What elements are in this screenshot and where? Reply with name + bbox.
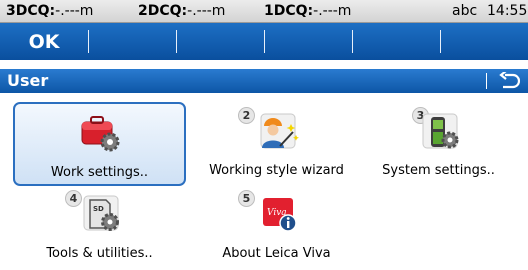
softkey-bar: OK (0, 23, 528, 60)
menu-item-label: Working style wizard (209, 163, 344, 178)
dcq2-readout: 2DCQ:-.---m (138, 3, 226, 19)
softkey-4[interactable] (264, 23, 352, 60)
menu-item-label: System settings.. (382, 163, 495, 178)
return-arrow-icon[interactable] (496, 72, 520, 90)
worker-wand-icon (260, 113, 299, 149)
status-bar: 3DCQ:-.---m 2DCQ:-.---m 1DCQ:-.---m abc … (0, 0, 528, 23)
menu-item-label: About Leica Viva (222, 246, 331, 261)
menu-item-tools-utilities[interactable]: 4 SD Tools & utilities.. (13, 186, 186, 270)
viva-info-icon: Viva (262, 198, 297, 232)
softkey-5[interactable] (352, 23, 440, 60)
menu-item-system-settings[interactable]: 3 System settings.. (352, 102, 525, 186)
clock: 14:55 (487, 3, 528, 19)
red-case-gear-icon (81, 116, 119, 152)
softkey-2[interactable] (88, 23, 176, 60)
input-mode: abc (452, 3, 478, 19)
menu-item-working-style-wizard[interactable]: 2 Working style wizard (190, 102, 363, 186)
softkey-3[interactable] (176, 23, 264, 60)
ok-button[interactable]: OK (0, 23, 88, 60)
menu-item-label: Work settings.. (50, 165, 149, 180)
menu-item-work-settings[interactable]: Work settings.. (13, 102, 186, 186)
controller-gear-icon (422, 113, 458, 149)
sd-card-gear-icon: SD (83, 195, 119, 231)
header-divider (486, 73, 487, 89)
page-title: User (7, 71, 49, 90)
dcq1-readout: 1DCQ:-.---m (264, 3, 352, 19)
dcq3-readout: 3DCQ:-.---m (6, 3, 94, 19)
softkey-6[interactable] (440, 23, 528, 60)
svg-text:SD: SD (93, 205, 104, 213)
menu-item-label: Tools & utilities.. (46, 246, 153, 261)
page-header: User (0, 69, 528, 93)
menu-item-about-leica-viva[interactable]: 5 Viva About Leica Viva (190, 186, 363, 270)
